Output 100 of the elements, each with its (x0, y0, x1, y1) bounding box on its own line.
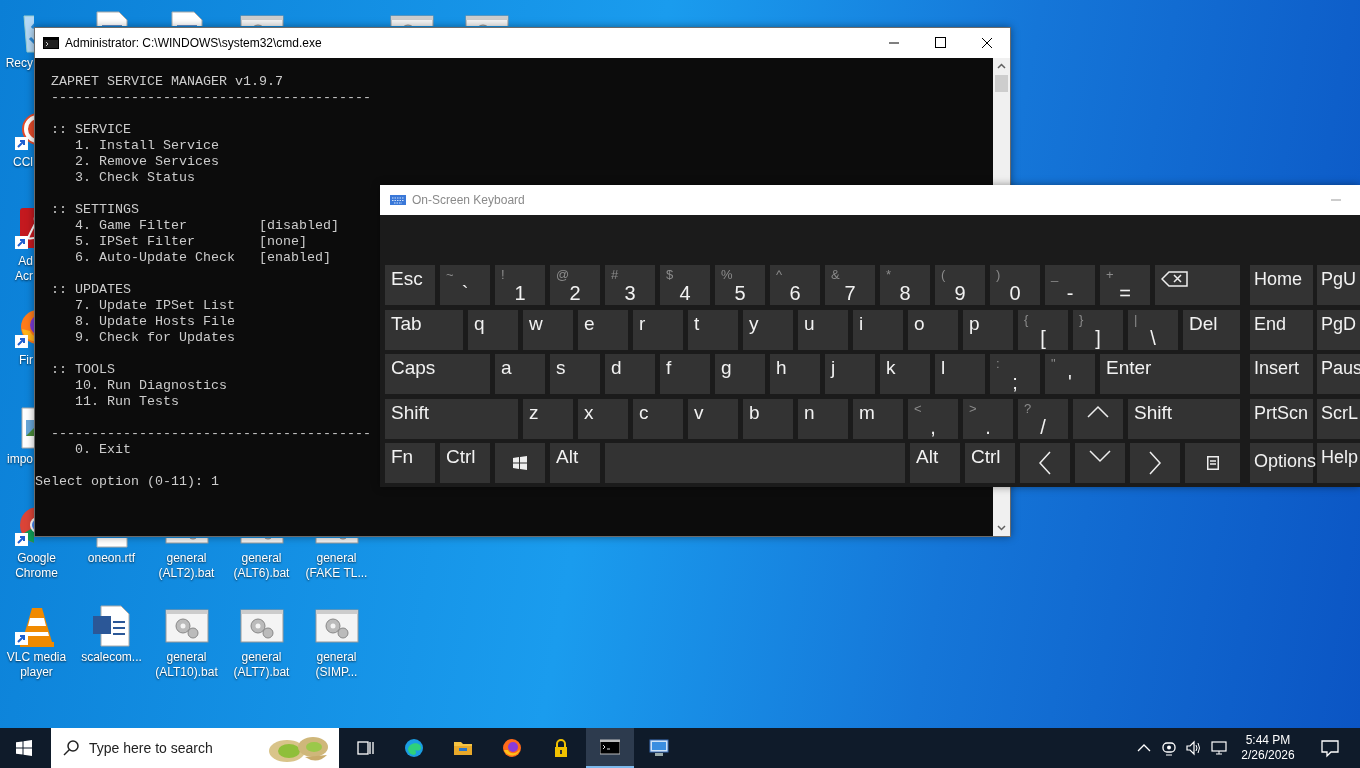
menu-option: 8. Update Hosts File (75, 314, 235, 329)
search-bar[interactable]: Type here to search (51, 728, 339, 768)
keyboard-key[interactable]: PrtScn (1250, 398, 1313, 439)
task-view-icon (355, 738, 375, 758)
window-title: On-Screen Keyboard (412, 192, 525, 209)
keyboard-key[interactable]: s (550, 354, 600, 394)
keyboard-key[interactable]: Ctrl (440, 443, 490, 483)
keyboard-key[interactable] (1155, 265, 1240, 305)
keyboard-key[interactable]: i (853, 309, 903, 350)
keyboard-key[interactable]: $ 4 (660, 265, 710, 305)
scrollbar[interactable] (993, 58, 1010, 185)
keyboard-key[interactable]: p (963, 309, 1013, 350)
keyboard-key[interactable]: Fn (385, 443, 435, 483)
icon-label: general (ALT7).bat (232, 650, 291, 680)
keyboard-key[interactable] (1020, 443, 1070, 483)
keyboard-key[interactable]: o (908, 309, 958, 350)
keyboard-key[interactable]: Alt (910, 443, 960, 483)
keyboard-key[interactable] (495, 443, 545, 483)
keyboard-key[interactable]: ^ 6 (770, 265, 820, 305)
backspace-icon (1161, 271, 1189, 287)
console-rule: ---------------------------------------- (51, 426, 371, 441)
clock-date[interactable]: 2/26/2026 (1241, 748, 1295, 763)
keyboard-key[interactable]: End (1250, 309, 1313, 350)
keyboard-key[interactable]: Insert (1250, 354, 1313, 394)
menu-option: 10. Run Diagnostics (75, 378, 227, 393)
keyboard-key[interactable]: ScrL (1317, 398, 1360, 439)
keyboard-key[interactable]: n (798, 398, 848, 439)
keyboard-key[interactable] (1075, 443, 1125, 483)
keyboard-key[interactable]: z (523, 398, 573, 439)
keyboard-key[interactable] (1130, 443, 1180, 483)
keyboard-key[interactable]: Del (1183, 309, 1240, 350)
keyboard-key[interactable]: > . (963, 398, 1013, 439)
keyboard-key[interactable]: Ctrl (965, 443, 1015, 483)
keyboard-key[interactable] (1185, 443, 1240, 483)
keyboard-key[interactable]: Tab (385, 309, 463, 350)
icon-label: Google Chrome (14, 551, 59, 581)
prompt-text: Select option (0-11): 1 (35, 474, 219, 489)
keyboard-key[interactable]: l (935, 354, 985, 394)
keyboard-key[interactable]: r (633, 309, 683, 350)
keyboard-key[interactable]: x (578, 398, 628, 439)
icon-label: general (ALT2).bat (157, 551, 216, 581)
keyboard-key[interactable]: e (578, 309, 628, 350)
keyboard-key[interactable]: + = (1100, 265, 1150, 305)
keyboard-key[interactable]: w (523, 309, 573, 350)
icon-label: Fir (18, 353, 33, 368)
clock-time[interactable]: 5:44 PM (1245, 733, 1291, 748)
arrow-left-icon (1038, 450, 1052, 476)
keyboard-key[interactable]: ) 0 (990, 265, 1040, 305)
keyboard-key[interactable]: ! 1 (495, 265, 545, 305)
network-icon (1210, 739, 1228, 757)
keyboard-key[interactable]: q (468, 309, 518, 350)
scrollbar-thumb[interactable] (995, 75, 1008, 92)
keyboard-key[interactable]: y (743, 309, 793, 350)
keyboard-key[interactable] (1073, 398, 1123, 439)
keyboard-key[interactable]: t (688, 309, 738, 350)
keyboard-key[interactable]: < , (908, 398, 958, 439)
keyboard-key[interactable]: d (605, 354, 655, 394)
keyboard-key[interactable]: h (770, 354, 820, 394)
taskbar-button[interactable] (586, 728, 634, 768)
keyboard-key[interactable]: Shift (1128, 398, 1240, 439)
keyboard-key[interactable]: PgD (1317, 309, 1360, 350)
keyboard-key[interactable]: g (715, 354, 765, 394)
search-field[interactable]: Type here to search (79, 737, 265, 759)
keyboard-key[interactable]: : ; (990, 354, 1040, 394)
keyboard-key[interactable]: " ' (1045, 354, 1095, 394)
keyboard-key[interactable]: c (633, 398, 683, 439)
keyboard-key[interactable]: Help (1317, 443, 1360, 483)
keyboard-key[interactable]: { [ (1018, 309, 1068, 350)
keyboard-key[interactable]: | \ (1128, 309, 1178, 350)
keyboard-key[interactable]: & 7 (825, 265, 875, 305)
keyboard-key[interactable]: # 3 (605, 265, 655, 305)
scrollbar[interactable] (993, 487, 1010, 536)
context-menu-icon (1206, 456, 1219, 470)
keyboard-key[interactable]: ( 9 (935, 265, 985, 305)
arrow-up-icon (1086, 404, 1110, 419)
keyboard-key[interactable]: m (853, 398, 903, 439)
keyboard-key[interactable]: @ 2 (550, 265, 600, 305)
keyboard-key[interactable]: u (798, 309, 848, 350)
keyboard-key[interactable]: Alt (550, 443, 600, 483)
keyboard-key[interactable]: Enter (1100, 354, 1240, 394)
notification-icon (1320, 738, 1340, 758)
keyboard-key[interactable]: % 5 (715, 265, 765, 305)
keyboard-key[interactable]: a (495, 354, 545, 394)
keyboard-key[interactable]: f (660, 354, 710, 394)
keyboard-key[interactable]: v (688, 398, 738, 439)
keyboard-key[interactable]: Shift (385, 398, 518, 439)
menu-option: 6. Auto-Update Check (75, 250, 259, 266)
keyboard-key[interactable]: ~ ` (440, 265, 490, 305)
keyboard-key[interactable]: ? / (1018, 398, 1068, 439)
keyboard-icon (390, 195, 406, 205)
keyboard-key[interactable]: Home (1250, 265, 1313, 305)
keyboard-key[interactable]: j (825, 354, 875, 394)
keyboard-key[interactable]: _ - (1045, 265, 1095, 305)
keyboard-key[interactable]: b (743, 398, 793, 439)
keyboard-key[interactable]: * 8 (880, 265, 930, 305)
keyboard-key[interactable]: } ] (1073, 309, 1123, 350)
keyboard-key[interactable]: k (880, 354, 930, 394)
keyboard-key[interactable]: Caps (385, 354, 490, 394)
keyboard-key[interactable]: PgU (1317, 265, 1360, 305)
keyboard-key[interactable]: Esc (385, 265, 435, 305)
